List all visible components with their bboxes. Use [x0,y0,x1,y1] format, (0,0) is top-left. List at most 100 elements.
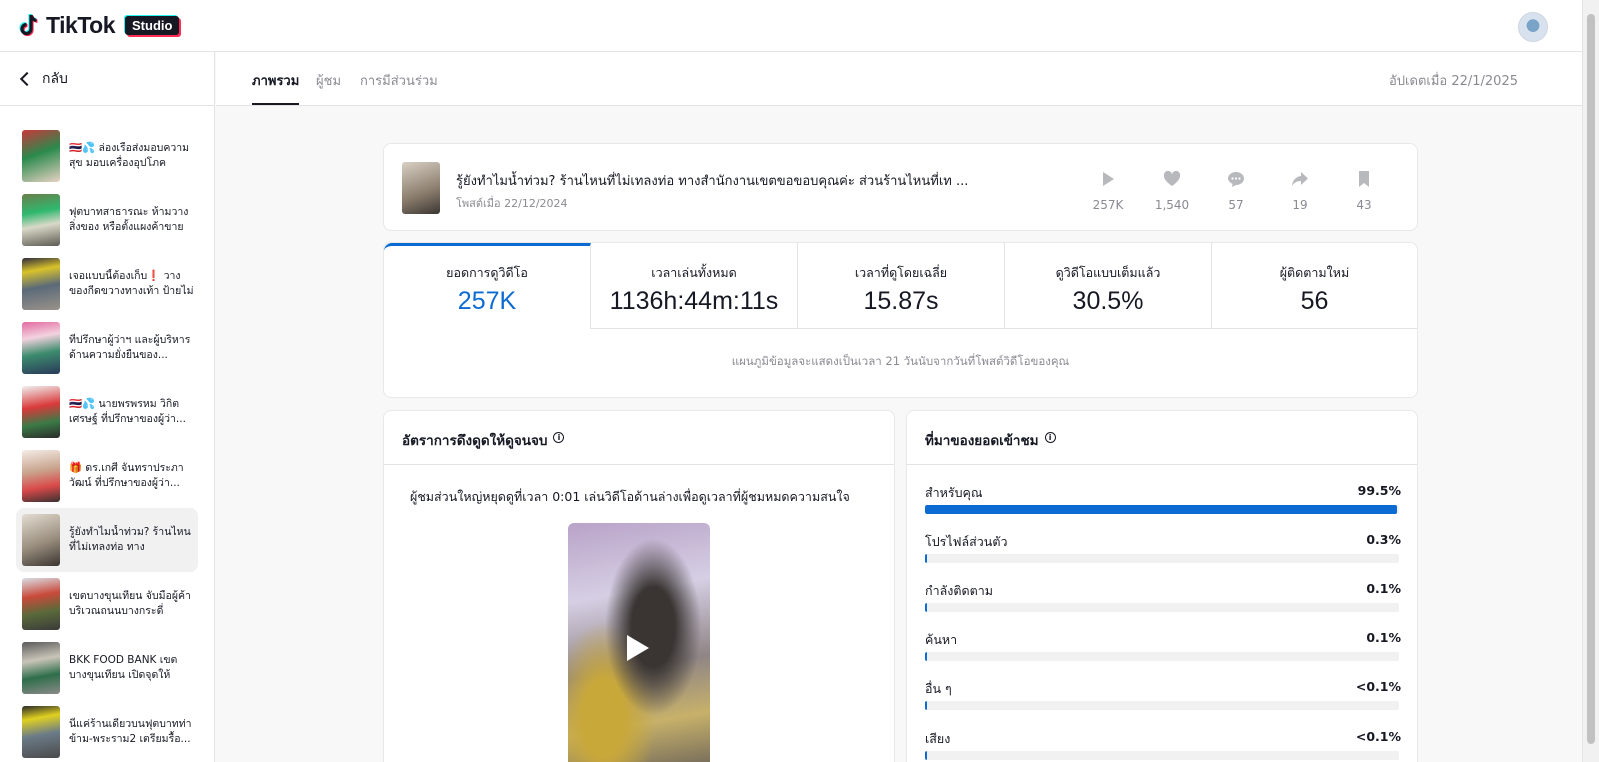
metric-label: เวลาเล่นทั้งหมด [651,265,737,280]
traffic-source-bar-track [925,652,1399,661]
video-thumbnail [22,514,60,566]
video-list: 🇹🇭💦 ล่องเรือส่งมอบความสุข มอบเครื่องอุปโ… [0,106,214,762]
video-title: รู้ยังทำไมน้ำท่วม? ร้านไหนที่ไม่เทลงท่อ … [456,174,969,189]
retention-title: อัตราการดึงดูดให้ดูจนจบ [402,433,548,449]
video-list-item[interactable]: ที่ปรึกษาผู้ว่าฯ และผู้บริหารด้านความยั่… [16,316,198,380]
video-list-item-title: 🇹🇭💦 ล่องเรือส่งมอบความสุข มอบเครื่องอุปโ… [69,142,190,169]
play-icon[interactable] [627,635,649,661]
tab-viewers[interactable]: ผู้ชม [316,70,341,91]
metric-new-followers[interactable]: ผู้ติดตามใหม่ 56 [1212,243,1417,329]
tiktok-studio-logo[interactable]: TikTok Studio [18,12,180,39]
video-list-item-title: เจอแบบนี้ต้องเก็บ❗ วางของกีดขวางทางเท้า … [69,270,194,297]
video-list-item-title: 🇹🇭💦 นายพรพรหม วิกิตเศรษฐ์ ที่ปรึกษาของผู… [69,398,186,425]
info-icon[interactable]: i [553,432,565,443]
traffic-source-value: 0.1% [1366,581,1401,596]
traffic-sources-card: ที่มาของยอดเข้าชม i สำหรับคุณ 99.5% โปรไฟล… [906,410,1418,762]
traffic-source-bar-fill [925,701,927,710]
traffic-source-label: เสียง [925,731,951,746]
traffic-source-value: <0.1% [1355,679,1401,694]
stat-plays-value: 257K [1092,198,1124,212]
bookmark-icon [1359,171,1369,187]
metric-value: 30.5% [1072,287,1144,315]
video-list-item-title: นี่แค่ร้านเดียวบนฟุตบาทท่าข้าม-พระราม2 เ… [69,718,192,745]
video-posted-date: โพสต์เมื่อ 22/12/2024 [456,197,568,210]
info-icon[interactable]: i [1044,432,1056,443]
play-icon [1103,172,1114,186]
traffic-sources-title: ที่มาของยอดเข้าชม [925,433,1039,449]
stat-likes-value: 1,540 [1154,198,1190,212]
traffic-source-value: <0.1% [1355,729,1401,744]
video-thumbnail[interactable] [402,162,440,214]
stat-saves: 43 [1334,170,1394,213]
video-thumbnail [22,450,60,502]
video-thumbnail [22,642,60,694]
video-list-item-active[interactable]: รู้ยังทำไมน้ำท่วม? ร้านไหนที่ไม่เทลงท่อ … [16,508,198,572]
traffic-source-label: กำลังติดตาม [925,583,993,598]
traffic-source-label: ค้นหา [925,632,958,647]
scrollbar-thumb[interactable] [1587,14,1595,744]
avatar[interactable] [1518,12,1548,42]
video-list-item-title: 🎁 ดร.เกศี จันทราประภาวัฒน์ ที่ปรึกษาของผ… [69,462,184,489]
video-list-item[interactable]: 🇹🇭💦 นายพรพรหม วิกิตเศรษฐ์ ที่ปรึกษาของผู… [16,380,198,444]
stat-plays: 257K [1078,170,1138,213]
share-icon [1292,172,1308,186]
metric-value: 257K [457,287,517,315]
metric-label: ยอดการดูวิดีโอ [446,265,528,280]
card-header: อัตราการดึงดูดให้ดูจนจบ i [384,411,894,465]
tiktok-note-icon [19,13,38,36]
metric-watched-full-video[interactable]: ดูวิดีโอแบบเต็มแล้ว 30.5% [1005,243,1212,329]
video-thumbnail [22,194,60,246]
traffic-source-bar-fill [925,554,927,563]
traffic-source-bar-fill [925,751,927,760]
last-updated-text: อัปเดตเมื่อ 22/1/2025 [1389,74,1518,89]
metric-value: 1136h:44m:11s [609,287,779,315]
analytics-tabs-bar: ภาพรวม ผู้ชม การมีส่วนร่วม อัปเดตเมื่อ 2… [216,52,1582,106]
video-thumbnail [22,130,60,182]
video-list-item[interactable]: นี่แค่ร้านเดียวบนฟุตบาทท่าข้าม-พระราม2 เ… [16,700,198,762]
traffic-source-bar-track [925,751,1399,760]
metric-label: เวลาที่ดูโดยเฉลี่ย [854,265,948,280]
video-summary-card: รู้ยังทำไมน้ำท่วม? ร้านไหนที่ไม่เทลงท่อ … [383,143,1418,231]
video-list-item[interactable]: เจอแบบนี้ต้องเก็บ❗ วางของกีดขวางทางเท้า … [16,252,198,316]
back-button[interactable]: กลับ [0,52,214,106]
tab-overview[interactable]: ภาพรวม [252,70,300,105]
stat-shares: 19 [1270,170,1330,213]
page-scrollbar[interactable] [1582,0,1599,762]
metric-average-watch-time[interactable]: เวลาที่ดูโดยเฉลี่ย 15.87s [798,243,1005,329]
metric-value: 56 [1300,287,1329,315]
brand-name: TikTok [46,12,116,38]
video-thumbnail [22,386,60,438]
traffic-source-bar-track [925,554,1399,563]
traffic-source-label: สำหรับคุณ [925,485,983,500]
traffic-source-bar-fill [925,603,927,612]
video-list-item-title: เขตบางขุนเทียน จับมือผู้ค้าบริเวณถนนบางก… [69,590,191,617]
stat-likes: 1,540 [1142,170,1202,213]
retention-description: ผู้ชมส่วนใหญ่หยุดดูที่เวลา 0:01 เล่นวิดี… [410,489,850,504]
video-list-item[interactable]: 🎁 ดร.เกศี จันทราประภาวัฒน์ ที่ปรึกษาของผ… [16,444,198,508]
metric-label: ผู้ติดตามใหม่ [1279,265,1350,280]
traffic-source-value: 0.1% [1366,630,1401,645]
video-list-item-title: BKK FOOD BANK เขตบางขุนเทียน เปิดจุดให้บ… [69,654,178,681]
video-list-item-title: ฟุตบาทสาธารณะ ห้ามวางสิ่งของ หรือตั้งแผง… [69,206,189,233]
traffic-source-value: 99.5% [1357,483,1401,498]
traffic-source-bar-track [925,701,1399,710]
stat-saves-value: 43 [1356,198,1372,212]
stat-shares-value: 19 [1292,198,1308,212]
tab-engagement[interactable]: การมีส่วนร่วม [360,70,438,91]
video-thumbnail [22,706,60,758]
metric-video-views[interactable]: ยอดการดูวิดีโอ 257K [384,243,591,329]
stat-comments: 57 [1206,170,1266,213]
traffic-source-bar-fill [925,505,1397,514]
video-thumbnail [22,578,60,630]
video-list-item[interactable]: BKK FOOD BANK เขตบางขุนเทียน เปิดจุดให้บ… [16,636,198,700]
chart-note: แผนภูมิข้อมูลจะแสดงเป็นเวลา 21 วันนับจาก… [731,354,1070,368]
video-list-item[interactable]: ฟุตบาทสาธารณะ ห้ามวางสิ่งของ หรือตั้งแผง… [16,188,198,252]
video-list-item[interactable]: 🇹🇭💦 ล่องเรือส่งมอบความสุข มอบเครื่องอุปโ… [16,124,198,188]
video-list-item[interactable]: เขตบางขุนเทียน จับมือผู้ค้าบริเวณถนนบางก… [16,572,198,636]
traffic-source-label: โปรไฟล์ส่วนตัว [925,534,1008,549]
retention-video-player[interactable] [568,523,710,762]
video-list-item-title: รู้ยังทำไมน้ำท่วม? ร้านไหนที่ไม่เทลงท่อ … [69,526,191,553]
comment-icon [1228,172,1244,187]
metric-value: 15.87s [863,287,939,315]
metric-total-play-time[interactable]: เวลาเล่นทั้งหมด 1136h:44m:11s [591,243,798,329]
